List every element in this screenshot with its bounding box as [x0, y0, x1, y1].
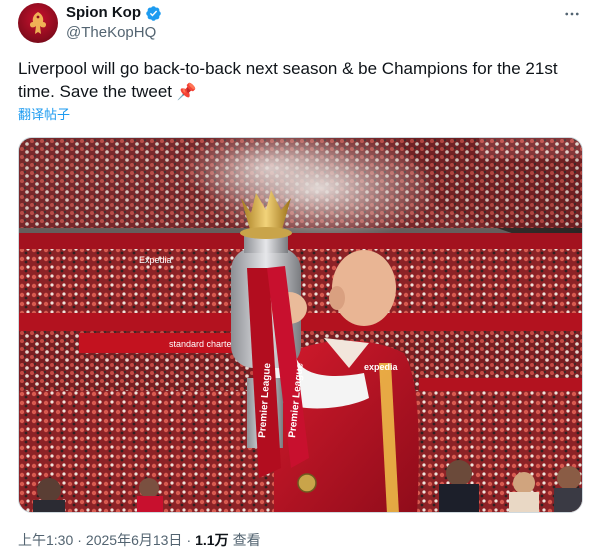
tweet-metadata: 上午1:30 · 2025年6月13日 · 1.1万 查看 — [18, 531, 261, 549]
verified-badge-icon — [146, 5, 161, 21]
translate-post-link[interactable]: 翻译帖子 — [18, 106, 70, 124]
author-display-name[interactable]: Spion Kop — [66, 4, 141, 22]
tweet-card: Spion Kop @TheKopHQ Liverpool will go ba… — [0, 0, 602, 556]
banner-expedia-text: Expedia — [139, 255, 172, 265]
view-count: 1.1万 — [195, 532, 229, 548]
liverbird-avatar-icon — [29, 12, 47, 34]
author-handle[interactable]: @TheKopHQ — [66, 24, 156, 42]
tweet-time[interactable]: 上午1:30 — [18, 531, 73, 549]
author-avatar[interactable] — [18, 3, 58, 43]
more-dots-icon — [565, 12, 579, 16]
tweet-text: Liverpool will go back-to-back next seas… — [18, 57, 588, 104]
winners-medal — [297, 473, 317, 493]
meta-separator: · — [186, 532, 192, 548]
views-label: 查看 — [232, 532, 261, 548]
shirt-sponsor-text: expedia — [364, 362, 399, 372]
author-name-row: Spion Kop — [66, 4, 162, 22]
tweet-date[interactable]: 2025年6月13日 — [86, 531, 183, 549]
trophy-celebration-photo: Expedia standard chartered expedia Premi… — [19, 138, 582, 512]
meta-separator: · — [77, 532, 82, 548]
pushpin-emoji-icon: 📌 — [176, 84, 197, 101]
more-options-button[interactable] — [560, 2, 584, 26]
tweet-text-body: Liverpool will go back-to-back next seas… — [18, 59, 558, 101]
tweet-media-photo[interactable]: Expedia standard chartered expedia Premi… — [18, 137, 583, 513]
